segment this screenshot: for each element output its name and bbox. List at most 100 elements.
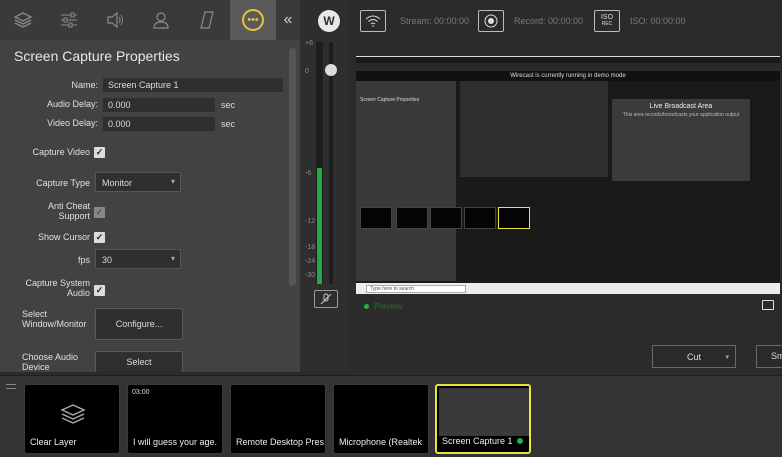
shot-thumbnail xyxy=(439,388,529,436)
wifi-icon xyxy=(365,15,381,27)
shot-label: Clear Layer xyxy=(30,437,77,447)
iso-rec-badge: REC xyxy=(601,21,613,27)
choose-audio-line1: Choose Audio xyxy=(22,352,79,362)
tab-properties[interactable] xyxy=(46,0,92,40)
chevron-down-icon: ▾ xyxy=(725,353,729,361)
left-toolbar: ••• « xyxy=(0,0,300,40)
sliders-icon xyxy=(61,12,77,28)
shot-label: Screen Capture 1 xyxy=(442,436,513,446)
select-audio-device-button[interactable]: Select xyxy=(95,351,183,372)
nested-shot xyxy=(464,207,496,229)
name-field[interactable]: Screen Capture 1 xyxy=(103,78,283,92)
nested-shot xyxy=(430,207,462,229)
layers-icon xyxy=(60,404,86,424)
capture-system-audio-checkbox[interactable]: ✓ xyxy=(94,285,105,296)
cut-transition-button[interactable]: Cut ▾ xyxy=(652,345,736,368)
layers-icon xyxy=(13,12,33,28)
live-broadcast-subtitle: This area records/broadcasts your applic… xyxy=(622,112,740,118)
demo-mode-banner: Wirecast is currently running in demo mo… xyxy=(356,71,780,81)
stream-timer: Stream: 00:00:00 xyxy=(400,16,470,26)
shot-bar: Clear Layer 03:00 I will guess your age.… xyxy=(0,375,782,457)
meter-scale-label: +6 xyxy=(305,40,313,47)
show-cursor-label: Show Cursor xyxy=(37,232,90,242)
shot-label: I will guess your age. xyxy=(133,437,218,447)
show-cursor-checkbox[interactable]: ✓ xyxy=(94,232,105,243)
meter-scale-label: -6 xyxy=(305,170,312,177)
anti-cheat-label: Anti Cheat Support xyxy=(10,201,90,221)
panel-scrollbar[interactable] xyxy=(289,48,296,286)
iso-timer: ISO: 00:00:00 xyxy=(630,16,686,26)
shot-label: Microphone (Realtek xyxy=(339,437,423,447)
anti-cheat-checkbox[interactable]: ✓ xyxy=(94,207,105,218)
meter-scale-label: -18 xyxy=(305,244,316,251)
stream-button[interactable] xyxy=(360,10,386,32)
anti-cheat-label-line1: Anti Cheat xyxy=(47,201,90,211)
tab-audio[interactable] xyxy=(92,0,138,40)
volume-slider-track[interactable] xyxy=(329,42,333,284)
nested-search-box: Type here to search xyxy=(366,285,466,293)
iso-record-button[interactable]: ISO REC xyxy=(594,10,620,32)
shot-clear-layer[interactable]: Clear Layer xyxy=(24,384,120,454)
fps-select[interactable]: 30 ▾ xyxy=(95,249,181,269)
meter-scale-label: -30 xyxy=(305,272,316,279)
choose-audio-label: Choose Audio Device xyxy=(22,352,78,372)
chevron-down-icon: ▾ xyxy=(170,177,175,186)
volume-slider-knob[interactable] xyxy=(325,64,337,76)
video-delay-unit: sec xyxy=(221,119,236,129)
select-window-line2: Window/Monitor xyxy=(22,319,87,329)
capture-type-select[interactable]: Monitor ▾ xyxy=(95,172,181,192)
shot-remote-desktop[interactable]: Remote Desktop Pres xyxy=(230,384,326,454)
screen-capture-properties-panel: Screen Capture Properties Name: Screen C… xyxy=(0,40,300,372)
meter-scale-label: -24 xyxy=(305,258,316,265)
record-button[interactable] xyxy=(478,10,504,32)
nested-shot xyxy=(360,207,392,229)
video-delay-label: Video Delay: xyxy=(47,118,98,128)
configure-button[interactable]: Configure... xyxy=(95,308,183,340)
audio-meter-bar xyxy=(316,42,323,284)
select-window-line1: Select xyxy=(22,309,48,319)
monitor-icon[interactable] xyxy=(762,300,774,310)
panel-title: Screen Capture Properties xyxy=(14,48,180,64)
capture-system-audio-line1: Capture System xyxy=(25,278,90,288)
shot-microphone[interactable]: Microphone (Realtek xyxy=(333,384,429,454)
name-label: Name: xyxy=(71,80,98,90)
preview-status-dot xyxy=(364,304,369,309)
drag-handle-icon[interactable] xyxy=(6,384,16,389)
shot-screen-capture-1[interactable]: Screen Capture 1 xyxy=(435,384,531,454)
shot-guess-age[interactable]: 03:00 I will guess your age. xyxy=(127,384,223,454)
shot-timer: 03:00 xyxy=(132,389,150,396)
collapse-panel-button[interactable]: « xyxy=(276,0,300,40)
fps-value: 30 xyxy=(102,255,113,265)
audio-meter-level xyxy=(317,167,322,284)
smooth-transition-button[interactable]: Sm xyxy=(756,345,782,368)
preview-label-text: Preview xyxy=(374,302,403,311)
nested-shot-selected xyxy=(498,207,530,229)
capture-video-label: Capture Video xyxy=(32,147,90,157)
record-icon xyxy=(484,14,498,28)
cut-label: Cut xyxy=(686,351,701,362)
tab-layers[interactable] xyxy=(0,0,46,40)
slash-icon xyxy=(200,11,214,29)
audio-delay-field[interactable]: 0.000 xyxy=(103,98,215,112)
audio-delay-label: Audio Delay: xyxy=(46,99,98,109)
tab-user[interactable] xyxy=(138,0,184,40)
tab-more[interactable]: ••• xyxy=(230,0,276,40)
broadcast-header: Stream: 00:00:00 Record: 00:00:00 ISO RE… xyxy=(348,0,782,40)
shot-label: Remote Desktop Pres xyxy=(236,437,325,447)
nested-live-area: Live Broadcast Area This area records/br… xyxy=(612,99,750,181)
capture-type-value: Monitor xyxy=(102,178,133,188)
capture-video-checkbox[interactable]: ✓ xyxy=(94,147,105,158)
choose-audio-line2: Device xyxy=(22,362,50,372)
nested-properties-title: Screen Capture Properties xyxy=(360,97,420,103)
preview-canvas[interactable]: Wirecast is currently running in demo mo… xyxy=(356,56,780,294)
iso-badge: ISO xyxy=(600,14,614,21)
speaker-icon xyxy=(107,11,123,29)
live-indicator-dot xyxy=(517,438,523,444)
nested-shot xyxy=(396,207,428,229)
mute-button[interactable] xyxy=(314,290,338,308)
capture-system-audio-line2: Audio xyxy=(66,288,90,298)
chevron-down-icon: ▾ xyxy=(170,254,175,263)
tab-edit[interactable] xyxy=(184,0,230,40)
video-delay-field[interactable]: 0.000 xyxy=(103,117,215,131)
nested-preview xyxy=(460,81,608,177)
